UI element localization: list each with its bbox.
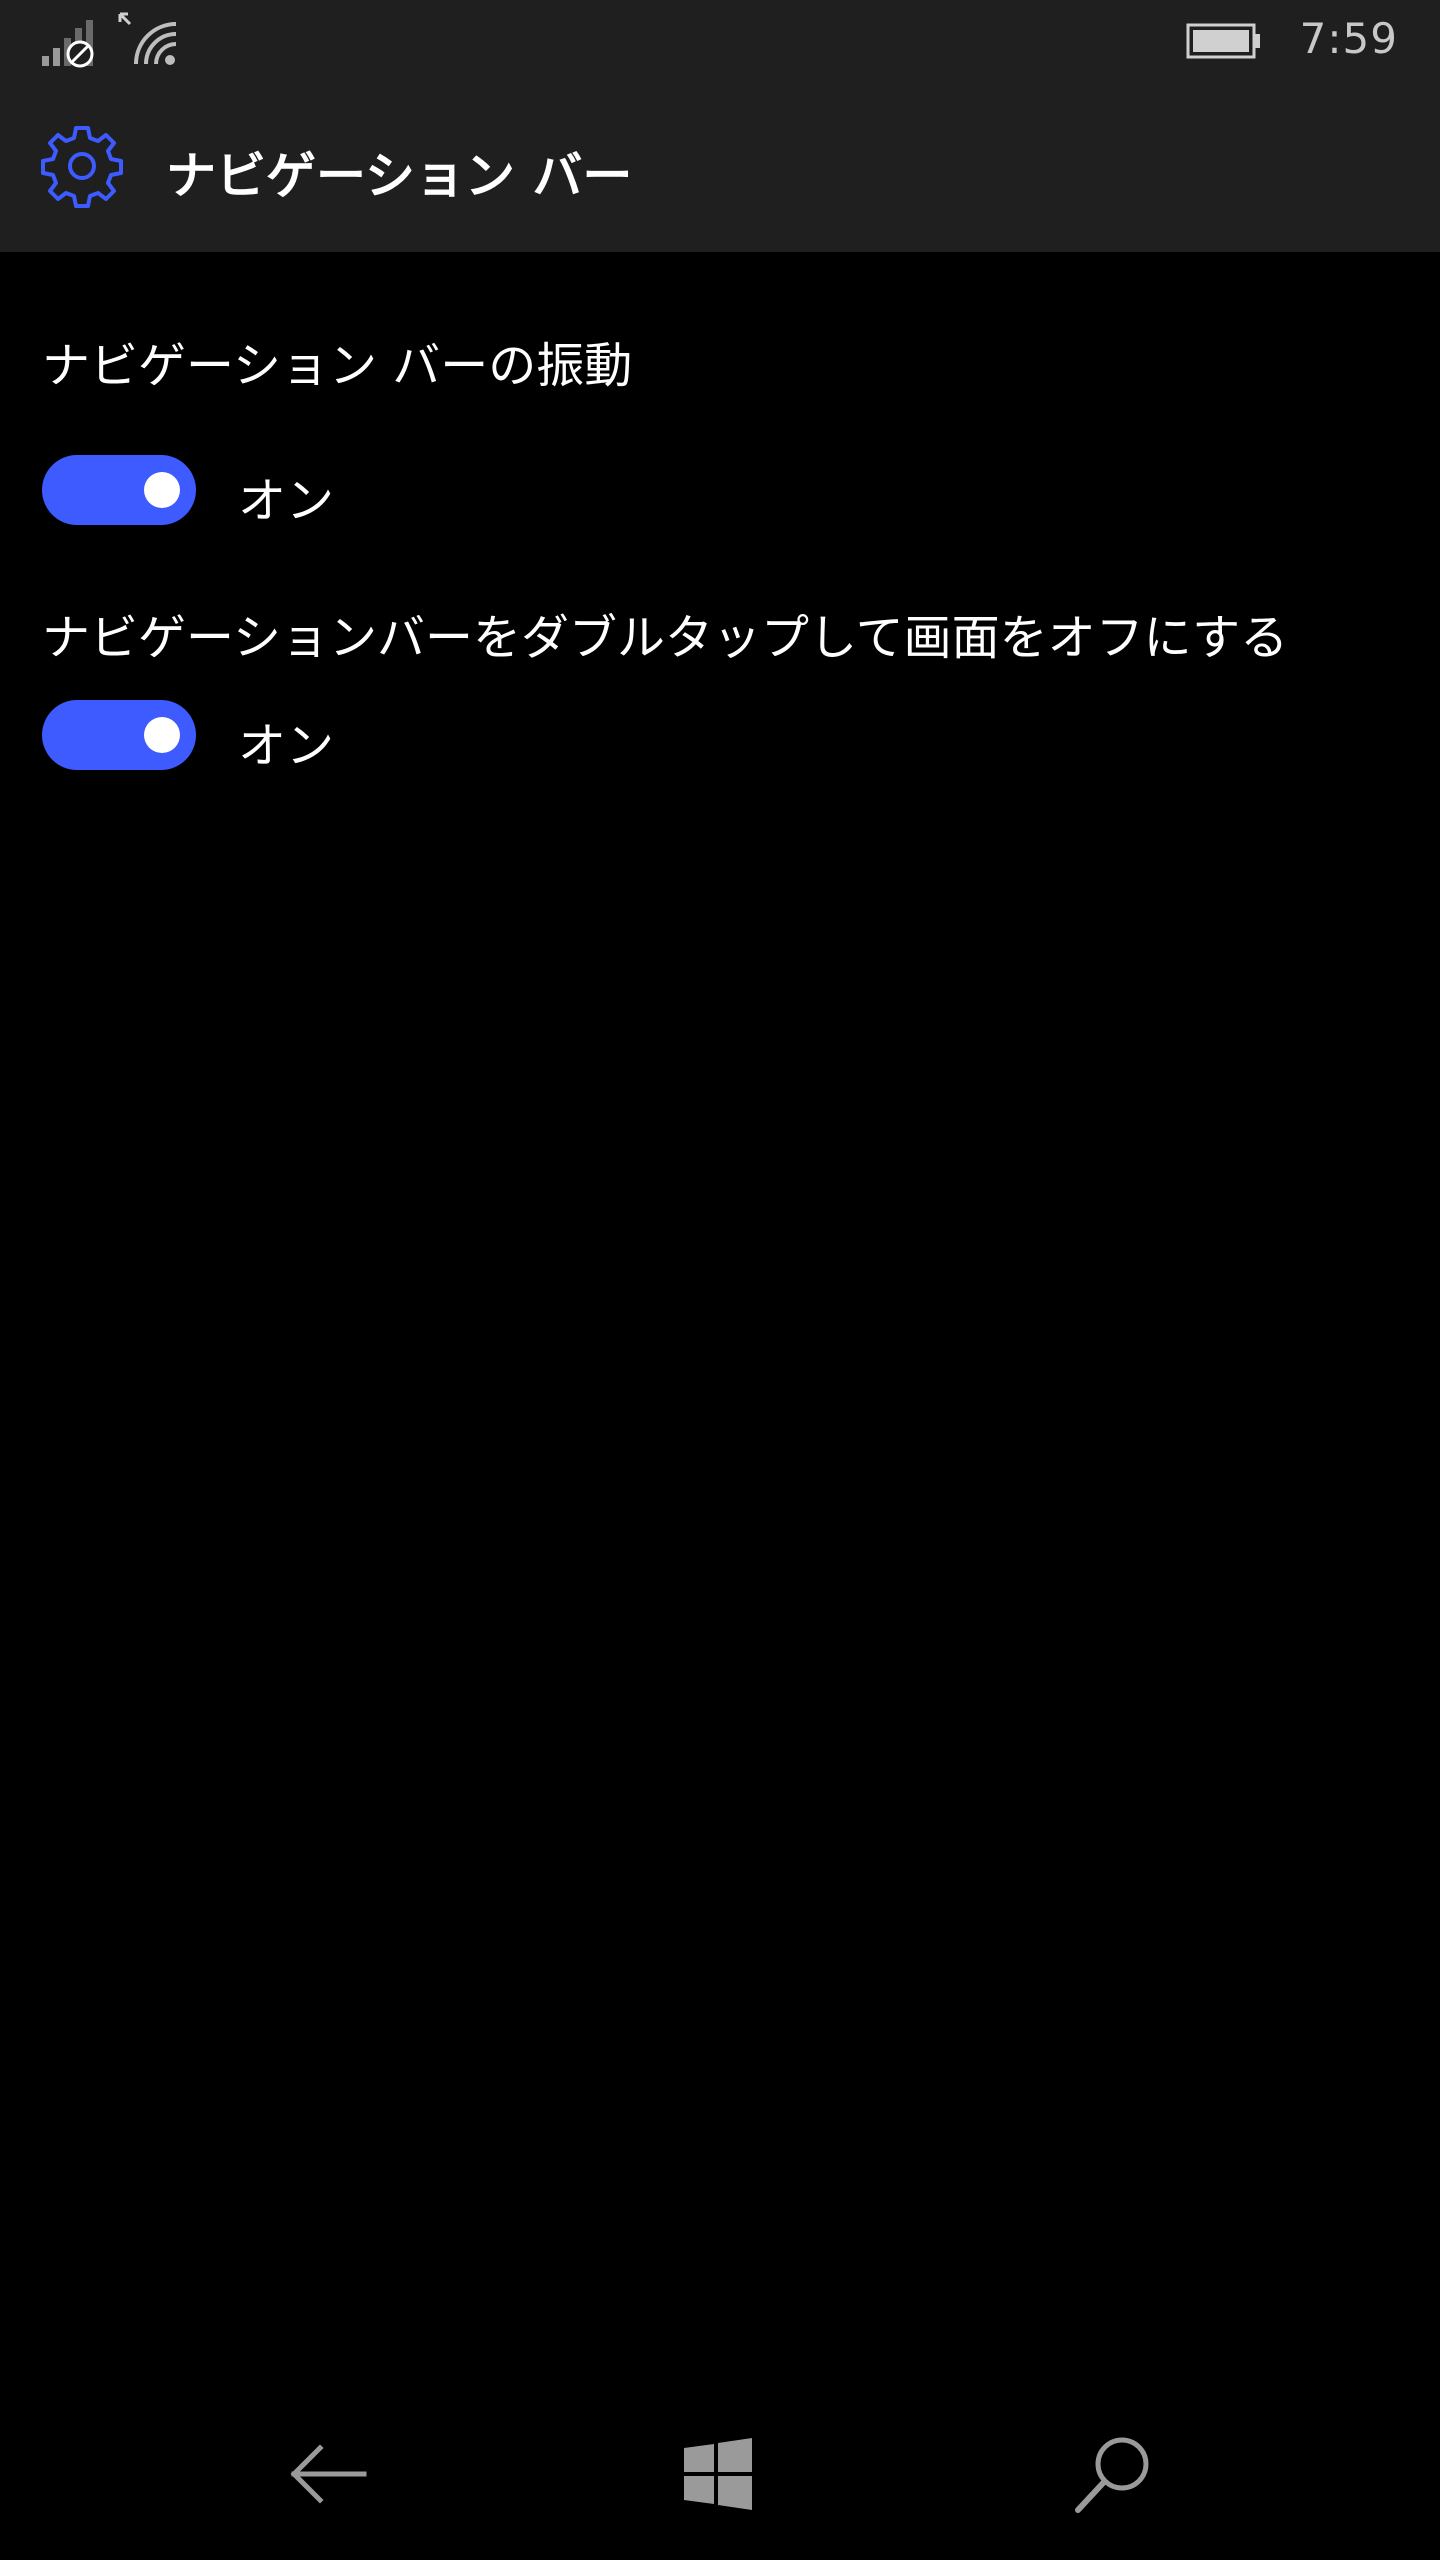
page-header: ナビゲーション バー [0, 82, 1440, 252]
search-icon [1075, 2437, 1149, 2513]
signal-icon [42, 20, 94, 68]
page-title: ナビゲーション バー [166, 147, 633, 205]
vibration-toggle-state: オン [238, 473, 335, 529]
gear-icon [41, 126, 123, 208]
toggle-knob [144, 472, 180, 508]
vibration-toggle[interactable] [42, 455, 196, 525]
double-tap-toggle-state: オン [238, 718, 335, 774]
battery-icon [1186, 23, 1260, 59]
clock: 7:59 [1299, 14, 1398, 63]
double-tap-setting-label: ナビゲーションバーをダブルタップして画面をオフにする [42, 610, 1289, 666]
back-arrow-icon [290, 2444, 367, 2504]
windows-start-icon [684, 2438, 752, 2510]
status-bar: 7:59 [0, 0, 1440, 82]
vibration-setting-label: ナビゲーション バーの振動 [42, 338, 633, 394]
start-button[interactable] [670, 2426, 766, 2522]
wifi-icon [118, 12, 177, 65]
search-button[interactable] [1064, 2426, 1160, 2522]
back-button[interactable] [280, 2426, 376, 2522]
double-tap-toggle[interactable] [42, 700, 196, 770]
toggle-knob [144, 717, 180, 753]
